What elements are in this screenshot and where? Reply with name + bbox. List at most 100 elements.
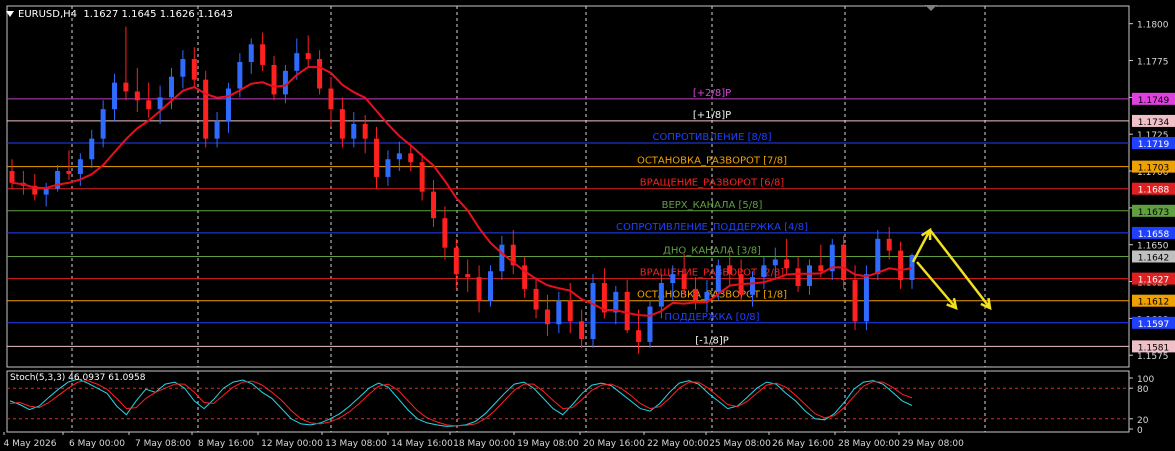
dropdown-triangle-icon[interactable] [6,11,14,17]
level-label: [-1/8]P [695,335,729,346]
candle-body [66,171,72,174]
candle-body [328,88,334,110]
candle-body [795,268,801,286]
price-chart[interactable]: [+2/8]P [+1/8]P СОПРОТИВЛЕНИЕ [8/8] ОСТАНОВ… [0,0,1175,451]
candle-body [818,265,824,272]
candle-body [647,306,653,342]
level-label: СОПРОТИВЛЕНИЕ_ПОДДЕРЖКА [4/8] [616,222,808,233]
candle-body [317,59,323,89]
stoch-header: Stoch(5,3,3) 46.0937 61.0958 [10,373,146,383]
level-label: [+2/8]P [693,88,731,99]
candle-body [442,218,448,248]
x-tick-label: 18 May 00:00 [453,439,515,449]
candle-body [453,247,459,275]
candle-body [487,271,493,301]
candle-body [590,283,596,340]
level-tag-label: 1.1658 [1138,230,1170,240]
candle-body [465,274,471,278]
candle-body [225,88,231,121]
level-label: ВРАЩЕНИЕ_РАЗВОРОТ [6/8] [640,178,785,189]
x-tick-label: 28 May 00:00 [838,439,900,449]
candle-body [533,288,539,310]
y-tick-label: 1.1775 [1137,58,1169,68]
candle-body [385,159,391,177]
candle-body [77,159,83,174]
level-tag-label: 1.1749 [1138,96,1170,106]
symbol-label: EURUSD,H4 [18,9,78,20]
candle-body [636,330,642,342]
level-tag-label: 1.1734 [1138,118,1170,128]
candle-body [408,153,414,163]
candle-body [693,288,699,301]
y-tick-label: 1.1575 [1137,352,1169,362]
x-tick-label: 20 May 16:00 [583,439,645,449]
candle-body [898,250,904,281]
level-label: ВЕРХ_КАНАЛА [5/8] [662,200,763,211]
candle-body [9,171,15,183]
candle-body [841,244,847,281]
candle-body [715,265,721,292]
x-tick-label: 29 May 08:00 [902,439,964,449]
level-label: ДНО_КАНАЛА [3/8] [663,245,761,256]
candle-body [476,277,482,301]
stoch-tick-label: 80 [1137,385,1149,395]
x-tick-label: 25 May 08:00 [709,439,771,449]
level-tag-label: 1.1581 [1138,343,1170,353]
candle-body [419,162,425,192]
candle-body [168,76,174,98]
candle-body [806,265,812,286]
candle-body [100,109,106,139]
y-tick-label: 1.1650 [1137,242,1169,252]
level-tag-label: 1.1719 [1138,140,1170,150]
candle-body [567,300,573,322]
candle-body [761,265,767,278]
candle-body [305,53,311,60]
candle-body [750,277,756,295]
x-tick-label: 22 May 00:00 [647,439,709,449]
level-label: СОПРОТИВЛЕНИЕ [8/8] [653,132,772,143]
chart-header: EURUSD,H4 1.1627 1.1645 1.1626 1.1643 [6,9,233,20]
stoch-tick-label: 20 [1137,416,1149,426]
level-label: [+1/8]P [693,110,731,121]
x-tick-label: 12 May 00:00 [261,439,323,449]
level-tag-label: 1.1673 [1138,208,1170,218]
candle-body [704,291,710,301]
candle-body [157,97,163,110]
candle-body [123,82,129,92]
level-tag-label: 1.1688 [1138,186,1170,196]
candle-body [727,265,733,275]
candle-body [772,259,778,266]
candle-body [875,238,881,275]
candle-body [180,59,186,77]
candle-body [431,191,437,219]
candle-body [248,44,254,62]
level-tag-label: 1.1597 [1138,320,1170,330]
y-tick-label: 1.1800 [1137,21,1169,31]
candle-body [214,120,220,139]
candle-body [89,138,95,160]
ohlc-label: 1.1627 1.1645 1.1626 1.1643 [83,9,233,20]
candle-body [374,138,380,177]
x-tick-label: 13 May 08:00 [325,439,387,449]
level-label: ОСТАНОВКА_РАЗВОРОТ [7/8] [637,156,787,167]
candle-body [396,153,402,160]
x-tick-label: 4 May 2026 [4,439,57,449]
candle-body [624,291,630,331]
x-tick-label: 19 May 08:00 [517,439,579,449]
candle-body [339,109,345,139]
candle-body [556,300,562,325]
stoch-tick-label: 0 [1137,426,1143,436]
candle-body [362,123,368,139]
level-tag-label: 1.1612 [1138,298,1170,308]
candle-body [294,53,300,71]
candle-body [670,274,676,284]
candle-body [146,100,152,110]
x-tick-label: 26 May 16:00 [772,439,834,449]
candle-body [351,123,357,139]
level-tag-label: 1.1627 [1138,276,1170,286]
candle-body [863,274,869,322]
candle-body [852,280,858,322]
candle-body [886,238,892,251]
candle-body [237,61,243,89]
candle-body [134,91,140,101]
